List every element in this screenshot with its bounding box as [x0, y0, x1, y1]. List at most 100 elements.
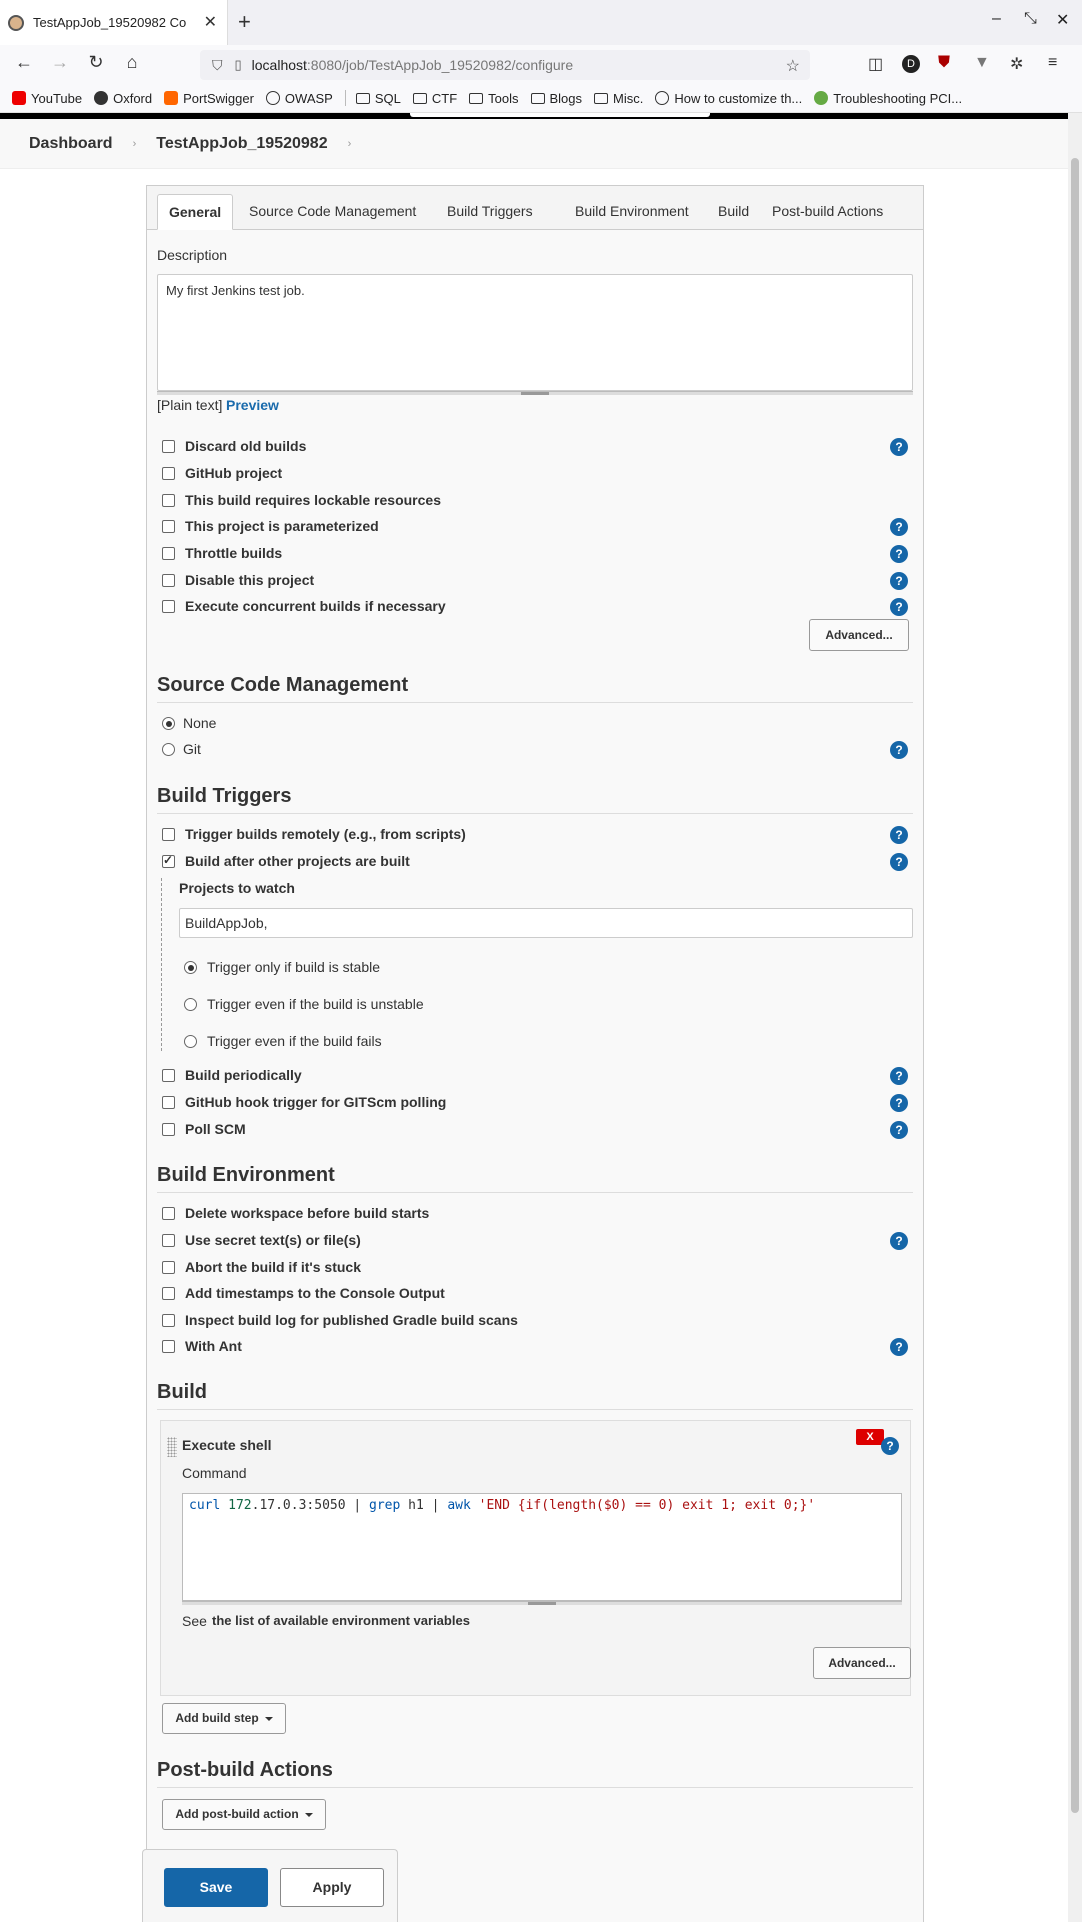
- extension-cookie-icon[interactable]: ✲: [1010, 54, 1023, 74]
- disable-project-label[interactable]: Disable this project: [185, 572, 314, 588]
- forward-icon[interactable]: →: [48, 52, 72, 73]
- reload-icon[interactable]: ↻: [84, 52, 108, 73]
- abort-stuck-label[interactable]: Abort the build if it's stuck: [185, 1259, 361, 1275]
- bookmark-oxford[interactable]: Oxford: [94, 91, 152, 106]
- command-editor[interactable]: curl 172.17.0.3:5050 | grep h1 | awk 'EN…: [182, 1493, 902, 1601]
- throttle-builds-checkbox[interactable]: [162, 547, 175, 560]
- menu-icon[interactable]: ≡: [1048, 54, 1057, 72]
- help-icon[interactable]: ?: [890, 545, 908, 563]
- trigger-remotely-label[interactable]: Trigger builds remotely (e.g., from scri…: [185, 826, 466, 842]
- description-textarea[interactable]: My first Jenkins test job.: [157, 274, 913, 391]
- back-icon[interactable]: ←: [12, 52, 36, 73]
- restore-icon[interactable]: ⤡: [1024, 10, 1037, 28]
- help-icon[interactable]: ?: [890, 1338, 908, 1356]
- delete-workspace-label[interactable]: Delete workspace before build starts: [185, 1205, 429, 1221]
- help-icon[interactable]: ?: [890, 741, 908, 759]
- breadcrumb-chevron-icon[interactable]: ›: [348, 138, 352, 150]
- bookmark-star-icon[interactable]: ☆: [786, 56, 800, 76]
- scm-none-radio[interactable]: [162, 717, 175, 730]
- concurrent-builds-checkbox[interactable]: [162, 600, 175, 613]
- bookmark-folder-misc[interactable]: Misc.: [594, 91, 643, 106]
- poll-scm-checkbox[interactable]: [162, 1123, 175, 1136]
- disable-project-checkbox[interactable]: [162, 574, 175, 587]
- with-ant-checkbox[interactable]: [162, 1340, 175, 1353]
- page-info-icon[interactable]: ▯: [235, 57, 242, 73]
- build-after-other-label[interactable]: Build after other projects are built: [185, 853, 410, 869]
- trigger-fails-radio[interactable]: [184, 1035, 197, 1048]
- url-text[interactable]: localhost:8080/job/TestAppJob_19520982/c…: [252, 57, 573, 73]
- timestamps-checkbox[interactable]: [162, 1287, 175, 1300]
- trigger-stable-label[interactable]: Trigger only if build is stable: [207, 959, 380, 975]
- save-button[interactable]: Save: [164, 1868, 268, 1907]
- delete-workspace-checkbox[interactable]: [162, 1207, 175, 1220]
- add-build-step-button[interactable]: Add build step: [162, 1703, 286, 1734]
- tracking-shield-icon[interactable]: ⛉: [212, 57, 223, 74]
- scm-git-label[interactable]: Git: [183, 741, 201, 757]
- github-hook-label[interactable]: GitHub hook trigger for GITScm polling: [185, 1094, 446, 1110]
- account-icon[interactable]: D: [902, 55, 920, 73]
- bookmark-troubleshooting[interactable]: Troubleshooting PCI...: [814, 91, 962, 106]
- build-periodically-label[interactable]: Build periodically: [185, 1067, 302, 1083]
- env-vars-link[interactable]: the list of available environment variab…: [212, 1613, 470, 1628]
- breadcrumb-job[interactable]: TestAppJob_19520982: [156, 135, 327, 153]
- delete-step-button[interactable]: X: [856, 1429, 884, 1445]
- help-icon[interactable]: ?: [890, 572, 908, 590]
- bookmark-folder-sql[interactable]: SQL: [355, 91, 401, 106]
- parameterized-checkbox[interactable]: [162, 520, 175, 533]
- add-post-build-action-button[interactable]: Add post-build action: [162, 1799, 326, 1830]
- bookmark-folder-blogs[interactable]: Blogs: [530, 91, 582, 106]
- bookmark-folder-tools[interactable]: Tools: [469, 91, 519, 106]
- bookmark-owasp[interactable]: OWASP: [265, 91, 333, 106]
- poll-scm-label[interactable]: Poll SCM: [185, 1121, 246, 1137]
- github-hook-checkbox[interactable]: [162, 1096, 175, 1109]
- build-periodically-checkbox[interactable]: [162, 1069, 175, 1082]
- parameterized-label[interactable]: This project is parameterized: [185, 518, 379, 534]
- breadcrumb-dashboard[interactable]: Dashboard: [29, 135, 113, 153]
- help-icon[interactable]: ?: [890, 1067, 908, 1085]
- tab-source-code-management[interactable]: Source Code Management: [238, 194, 427, 230]
- browser-tab-active[interactable]: TestAppJob_19520982 Co ✕: [0, 0, 228, 45]
- minimize-icon[interactable]: –: [992, 10, 1001, 28]
- help-icon[interactable]: ?: [890, 438, 908, 456]
- discard-old-builds-label[interactable]: Discard old builds: [185, 438, 306, 454]
- secret-text-label[interactable]: Use secret text(s) or file(s): [185, 1232, 361, 1248]
- gradle-scans-label[interactable]: Inspect build log for published Gradle b…: [185, 1312, 518, 1328]
- page-scrollbar[interactable]: [1068, 113, 1082, 1922]
- help-icon[interactable]: ?: [890, 518, 908, 536]
- help-icon[interactable]: ?: [890, 598, 908, 616]
- extension-v-icon[interactable]: ▼: [974, 54, 990, 72]
- pocket-icon[interactable]: ◫: [868, 54, 883, 74]
- help-icon[interactable]: ?: [890, 826, 908, 844]
- bookmark-folder-ctf[interactable]: CTF: [412, 91, 457, 106]
- secret-text-checkbox[interactable]: [162, 1234, 175, 1247]
- step-advanced-button[interactable]: Advanced...: [813, 1647, 911, 1679]
- bookmark-customize[interactable]: How to customize th...: [655, 91, 802, 106]
- with-ant-label[interactable]: With Ant: [185, 1338, 242, 1354]
- github-project-label[interactable]: GitHub project: [185, 465, 282, 481]
- build-after-other-checkbox[interactable]: [162, 853, 175, 868]
- trigger-stable-radio[interactable]: [184, 961, 197, 974]
- github-project-checkbox[interactable]: [162, 467, 175, 480]
- home-icon[interactable]: ⌂: [120, 52, 144, 73]
- url-bar[interactable]: ⛉ ▯ localhost:8080/job/TestAppJob_195209…: [200, 50, 810, 80]
- bookmark-portswigger[interactable]: PortSwigger: [164, 91, 254, 106]
- description-resize-handle[interactable]: [157, 391, 913, 395]
- help-icon[interactable]: ?: [890, 1121, 908, 1139]
- tab-general[interactable]: General: [157, 194, 234, 230]
- projects-to-watch-input[interactable]: BuildAppJob,: [179, 908, 913, 938]
- help-icon[interactable]: ?: [881, 1437, 899, 1455]
- help-icon[interactable]: ?: [890, 1094, 908, 1112]
- scm-git-radio[interactable]: [162, 743, 175, 756]
- trigger-unstable-radio[interactable]: [184, 998, 197, 1011]
- tab-build-environment[interactable]: Build Environment: [564, 194, 700, 230]
- general-advanced-button[interactable]: Advanced...: [809, 619, 909, 651]
- trigger-unstable-label[interactable]: Trigger even if the build is unstable: [207, 996, 424, 1012]
- abort-stuck-checkbox[interactable]: [162, 1261, 175, 1274]
- tab-post-build-actions[interactable]: Post-build Actions: [761, 194, 894, 230]
- bookmark-youtube[interactable]: YouTube: [12, 91, 82, 106]
- discard-old-builds-checkbox[interactable]: [162, 440, 175, 453]
- lockable-resources-checkbox[interactable]: [162, 494, 175, 507]
- new-tab-icon[interactable]: +: [238, 9, 251, 35]
- scrollbar-thumb[interactable]: [1071, 158, 1079, 1813]
- lockable-resources-label[interactable]: This build requires lockable resources: [185, 492, 441, 508]
